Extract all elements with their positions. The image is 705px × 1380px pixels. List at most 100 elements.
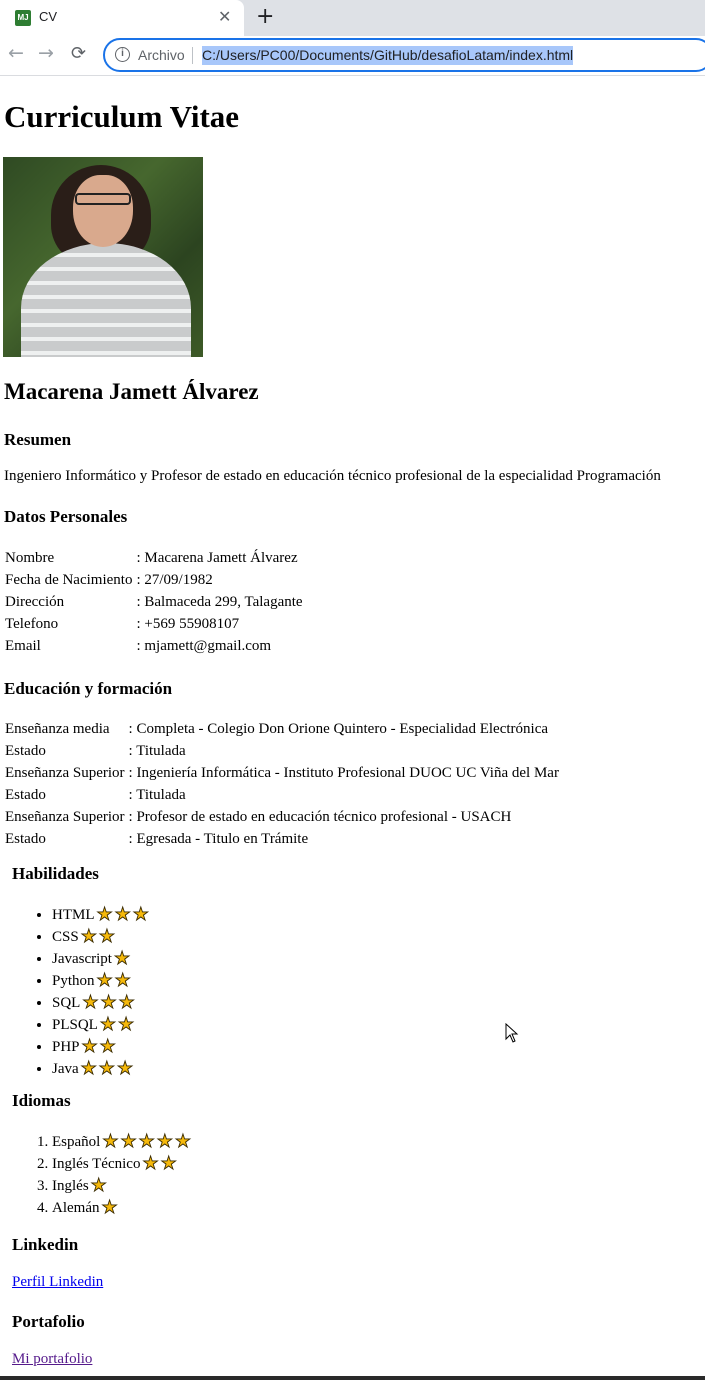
star-icon: ★: [80, 926, 97, 947]
star-icon: ★: [142, 1153, 159, 1174]
star-icon: ★: [116, 1058, 134, 1079]
habilidad-item: Java★★★: [52, 1058, 151, 1080]
habilidades-list: HTML★★★CSS★★Javascript★Python★★SQL★★★PLS…: [12, 904, 151, 1080]
idioma-label: Español: [52, 1134, 101, 1150]
resumen-heading: Resumen: [4, 430, 72, 449]
habilidades-heading: Habilidades: [12, 864, 99, 883]
habilidad-item: HTML★★★: [52, 904, 151, 926]
star-icon: ★: [120, 1131, 137, 1152]
idioma-label: Inglés Técnico: [52, 1156, 141, 1172]
habilidad-label: CSS: [52, 929, 79, 945]
datos-personales-value: : Balmaceda 299, Talagante: [136, 594, 303, 610]
browser-toolbar: ← → ⟳ i Archivo C:/Users/PC00/Documents/…: [0, 36, 705, 76]
datos-personales-row: Fecha de Nacimiento: 27/09/1982: [4, 570, 304, 590]
habilidad-rating: ★ ★ ★: [96, 904, 151, 926]
educacion-label: Estado: [5, 743, 46, 759]
educacion-value: : Egresada - Titulo en Trámite: [128, 831, 309, 847]
star-icon: ★: [114, 904, 131, 925]
new-tab-button[interactable]: +: [256, 4, 274, 29]
datos-personales-label: Fecha de Nacimiento: [5, 572, 133, 588]
educacion-row: Estado: Titulada: [4, 785, 560, 805]
idioma-label: Inglés: [52, 1178, 89, 1194]
forward-arrow-icon[interactable]: →: [38, 42, 54, 64]
datos-personales-value: : 27/09/1982: [136, 572, 213, 588]
educacion-label: Enseñanza Superior: [5, 765, 125, 781]
habilidad-rating: ★ ★: [96, 970, 133, 992]
page-title: Curriculum Vitae: [4, 99, 240, 134]
portafolio-heading: Portafolio: [12, 1312, 85, 1331]
habilidad-item: PLSQL★★: [52, 1014, 151, 1036]
idioma-item: Español★★★★★: [52, 1131, 193, 1153]
datos-personales-table: Nombre: Macarena Jamett Álvarez Fecha de …: [2, 546, 306, 658]
educacion-value: : Titulada: [128, 743, 186, 759]
favicon-icon: MJ: [15, 10, 31, 26]
idioma-item: Inglés★: [52, 1175, 193, 1197]
address-bar[interactable]: i Archivo C:/Users/PC00/Documents/GitHub…: [103, 38, 705, 72]
security-label: Archivo: [138, 47, 185, 63]
datos-personales-row: Nombre: Macarena Jamett Álvarez: [4, 548, 304, 568]
browser-tab[interactable]: MJ CV ✕: [0, 0, 244, 36]
educacion-value: : Titulada: [128, 787, 186, 803]
star-icon: ★: [98, 926, 115, 947]
datos-personales-value: : mjamett@gmail.com: [136, 638, 272, 654]
habilidad-rating: ★ ★: [80, 926, 117, 948]
star-icon: ★: [117, 1014, 135, 1035]
star-icon: ★: [160, 1153, 177, 1174]
star-icon: ★: [101, 1197, 118, 1218]
habilidad-label: Python: [52, 973, 95, 989]
star-icon: ★: [138, 1131, 155, 1152]
linkedin-link[interactable]: Perfil Linkedin: [12, 1274, 103, 1291]
portafolio-link[interactable]: Mi portafolio: [12, 1351, 92, 1368]
educacion-table: Enseñanza media: Completa - Colegio Don …: [2, 717, 562, 851]
star-icon: ★: [118, 992, 135, 1013]
idiomas-list: Español★★★★★Inglés Técnico★★Inglés★Alemá…: [12, 1131, 193, 1219]
datos-personales-heading: Datos Personales: [4, 507, 128, 526]
habilidad-label: PLSQL: [52, 1017, 98, 1033]
datos-personales-label: Dirección: [5, 594, 65, 610]
star-icon: ★: [81, 1036, 98, 1057]
tab-strip: MJ CV ✕ +: [0, 0, 705, 36]
habilidad-item: PHP★★: [52, 1036, 151, 1058]
idiomas-heading: Idiomas: [12, 1091, 71, 1110]
educacion-row: Estado: Egresada - Titulo en Trámite: [4, 829, 560, 849]
profile-photo: [3, 157, 203, 357]
info-icon[interactable]: i: [115, 47, 130, 62]
back-arrow-icon[interactable]: ←: [8, 42, 24, 64]
star-icon: ★: [99, 1014, 116, 1035]
mouse-cursor-icon: [505, 1023, 519, 1043]
datos-personales-label: Telefono: [5, 616, 59, 632]
educacion-heading: Educación y formación: [4, 679, 173, 698]
reload-icon[interactable]: ⟳: [71, 43, 86, 64]
datos-personales-row: Telefono: +569 55908107: [4, 614, 304, 634]
url-text[interactable]: C:/Users/PC00/Documents/GitHub/desafioLa…: [202, 46, 574, 65]
close-tab-icon[interactable]: ✕: [218, 7, 231, 26]
idioma-item: Inglés Técnico★★: [52, 1153, 193, 1175]
educacion-value: : Ingeniería Informática - Instituto Pro…: [128, 765, 559, 781]
educacion-row: Enseñanza Superior: Ingeniería Informáti…: [4, 763, 560, 783]
educacion-value: : Completa - Colegio Don Orione Quintero…: [128, 721, 549, 737]
datos-personales-row: Dirección : Balmaceda 299, Talagante: [4, 592, 304, 612]
datos-personales-row: Email: mjamett@gmail.com: [4, 636, 304, 656]
educacion-label: Enseñanza Superior: [5, 809, 125, 825]
star-icon: ★: [98, 1058, 115, 1079]
habilidad-rating: ★ ★ ★: [82, 992, 136, 1014]
star-icon: ★: [100, 992, 117, 1013]
habilidad-rating: ★ ★: [81, 1036, 118, 1058]
star-icon: ★: [113, 948, 131, 969]
habilidad-rating: ★ ★ ★: [80, 1058, 135, 1080]
star-icon: ★: [90, 1175, 107, 1196]
habilidad-label: PHP: [52, 1039, 80, 1055]
omnibox-divider: [192, 47, 193, 64]
star-icon: ★: [156, 1131, 173, 1152]
habilidad-item: Javascript★: [52, 948, 151, 970]
habilidad-rating: ★ ★: [99, 1014, 136, 1036]
resumen-text: Ingeniero Informático y Profesor de esta…: [4, 468, 661, 484]
educacion-row: Enseñanza Superior: Profesor de estado e…: [4, 807, 560, 827]
linkedin-heading: Linkedin: [12, 1235, 79, 1254]
star-icon: ★: [99, 1036, 116, 1057]
habilidad-label: Java: [52, 1061, 79, 1077]
person-name: Macarena Jamett Álvarez: [4, 379, 259, 404]
idioma-rating: ★ ★ ★ ★ ★: [102, 1131, 193, 1153]
datos-personales-label: Nombre: [5, 550, 55, 566]
habilidad-label: Javascript: [52, 951, 112, 967]
